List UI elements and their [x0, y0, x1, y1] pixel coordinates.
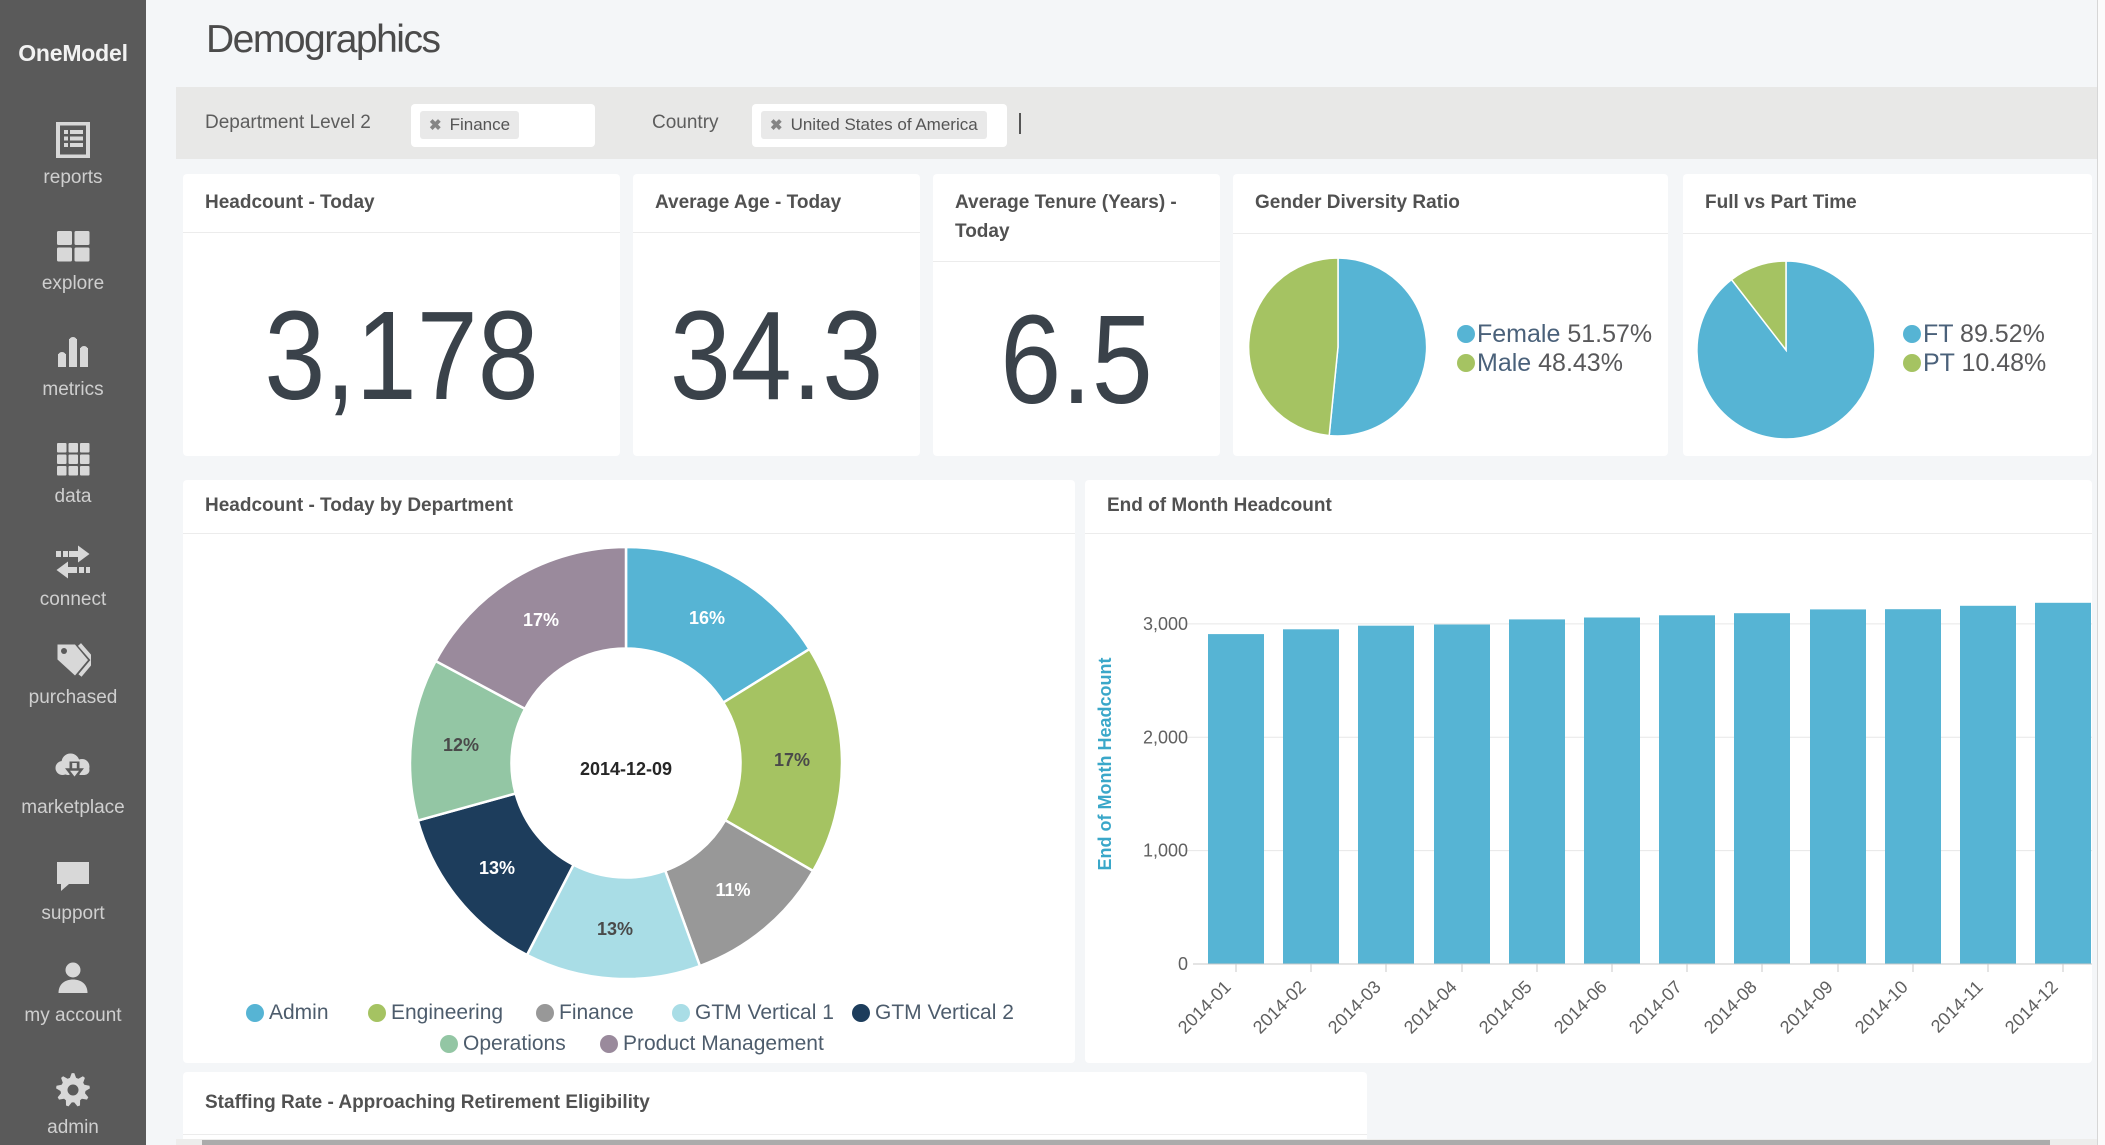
- svg-text:2014-05: 2014-05: [1475, 977, 1536, 1038]
- svg-text:11%: 11%: [715, 880, 750, 900]
- svg-text:2014-04: 2014-04: [1400, 977, 1461, 1038]
- svg-text:End of Month Headcount: End of Month Headcount: [1095, 658, 1115, 871]
- svg-text:12%: 12%: [443, 735, 479, 755]
- svg-text:2014-12: 2014-12: [2001, 977, 2062, 1038]
- svg-text:13%: 13%: [597, 919, 633, 939]
- svg-text:2014-06: 2014-06: [1550, 977, 1611, 1038]
- svg-text:1,000: 1,000: [1143, 841, 1188, 861]
- svg-text:3,000: 3,000: [1143, 614, 1188, 634]
- svg-text:2014-11: 2014-11: [1927, 977, 1987, 1037]
- svg-text:16%: 16%: [689, 608, 725, 628]
- svg-text:2014-03: 2014-03: [1324, 977, 1385, 1038]
- svg-text:2014-01: 2014-01: [1174, 977, 1235, 1038]
- svg-text:2014-12-09: 2014-12-09: [580, 759, 672, 779]
- svg-text:2014-07: 2014-07: [1625, 977, 1686, 1038]
- svg-text:17%: 17%: [774, 750, 810, 770]
- svg-text:13%: 13%: [479, 858, 515, 878]
- svg-text:17%: 17%: [523, 610, 559, 630]
- svg-text:2014-08: 2014-08: [1700, 977, 1761, 1038]
- svg-text:2014-10: 2014-10: [1851, 977, 1912, 1038]
- svg-text:2014-09: 2014-09: [1776, 977, 1837, 1038]
- svg-text:2,000: 2,000: [1143, 727, 1188, 747]
- svg-text:0: 0: [1178, 954, 1188, 974]
- svg-text:2014-02: 2014-02: [1249, 977, 1310, 1038]
